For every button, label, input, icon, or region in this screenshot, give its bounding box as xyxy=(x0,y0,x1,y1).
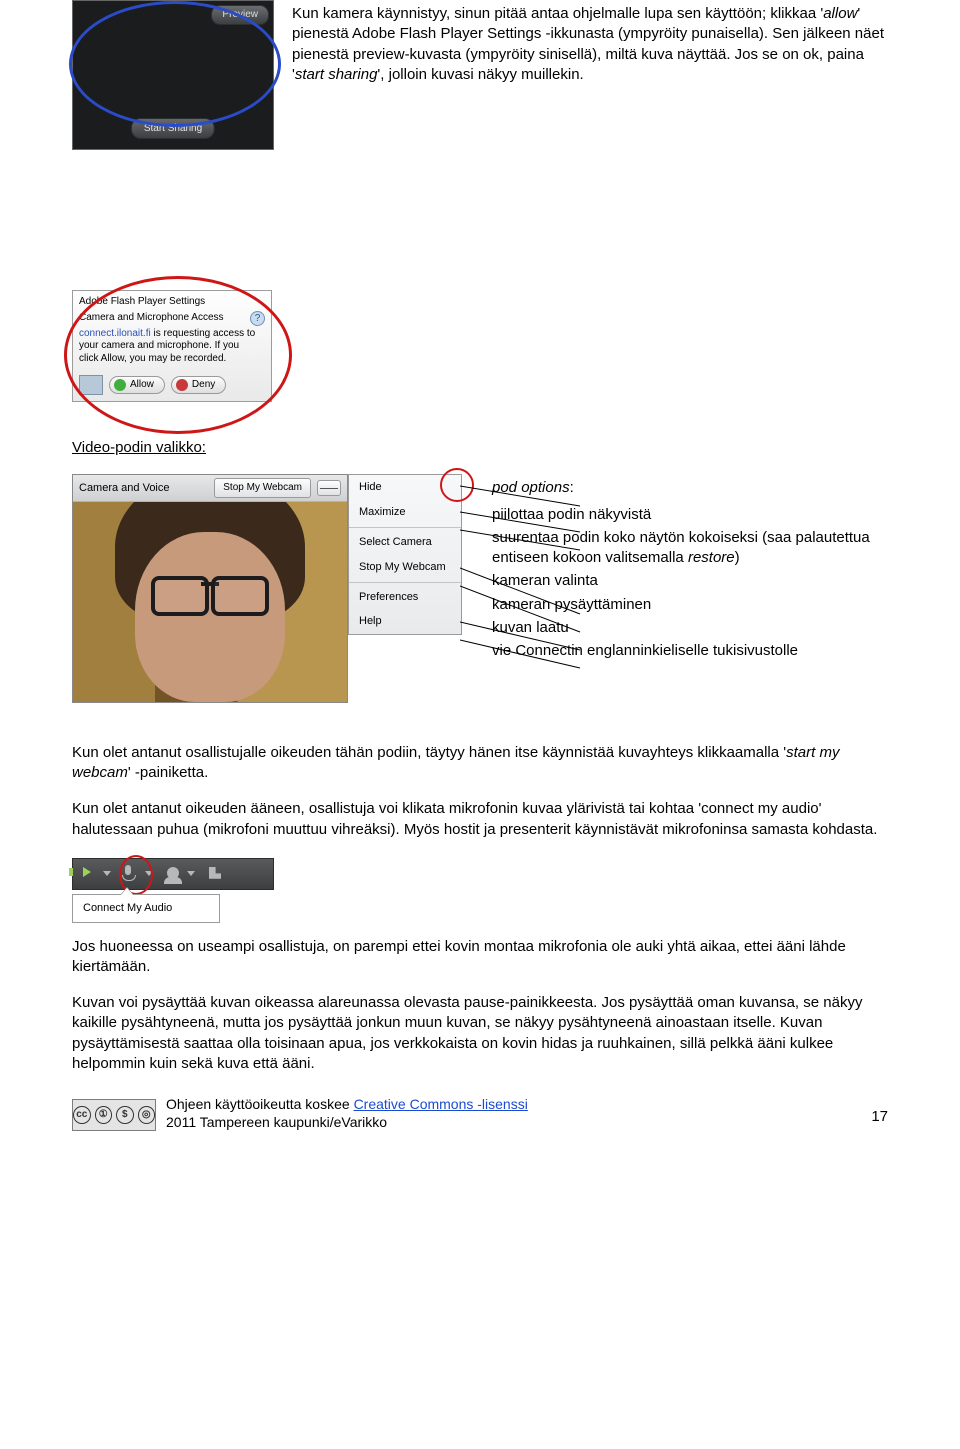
menu-separator xyxy=(349,527,461,528)
microphone-icon[interactable] xyxy=(125,867,139,881)
allow-label: Allow xyxy=(130,378,154,392)
dialog-body-line1b: is requesting access to xyxy=(151,328,256,339)
page-footer: cc①$◎ Ohjeen käyttöoikeutta koskee Creat… xyxy=(72,1096,888,1131)
webcam-icon xyxy=(79,375,103,395)
audio-toolbar xyxy=(72,858,274,890)
dialog-body-line2: your camera and microphone. If you xyxy=(79,340,239,351)
pods-icon[interactable] xyxy=(209,867,223,881)
paragraph-pause: Kuvan voi pysäyttää kuvan oikeassa alare… xyxy=(72,993,888,1074)
paragraph-audio-rights: Kun olet antanut oikeuden ääneen, osalli… xyxy=(72,799,888,840)
menu-help[interactable]: Help xyxy=(349,609,461,634)
video-pod: Camera and Voice Stop My Webcam xyxy=(72,474,348,703)
cc-license-link[interactable]: Creative Commons -lisenssi xyxy=(354,1096,528,1112)
dialog-title: Adobe Flash Player Settings xyxy=(79,295,265,309)
pod-options-menu: Hide Maximize Select Camera Stop My Webc… xyxy=(348,474,462,635)
section-heading: Video-podin valikko: xyxy=(72,438,888,458)
webcam-image xyxy=(73,502,347,702)
dialog-domain: connect.ilonait.fi xyxy=(79,328,151,339)
microphone-caret-icon[interactable] xyxy=(145,871,153,876)
desc-preferences: kuvan laatu xyxy=(492,618,884,638)
footer-line1: Ohjeen käyttöoikeutta koskee xyxy=(166,1096,354,1112)
desc-help: vie Connectin englanninkieliselle tukisi… xyxy=(492,641,884,661)
deny-button[interactable]: Deny xyxy=(171,376,226,394)
stop-webcam-button[interactable]: Stop My Webcam xyxy=(214,478,311,498)
speaker-icon[interactable] xyxy=(83,867,97,881)
desc-stop-webcam: kameran pysäyttäminen xyxy=(492,595,884,615)
start-sharing-button[interactable]: Start Sharing xyxy=(131,118,215,140)
page-number: 17 xyxy=(871,1107,888,1127)
desc-hide: piilottaa podin näkyvistä xyxy=(492,505,884,525)
help-icon[interactable]: ? xyxy=(250,311,265,326)
speaker-caret-icon[interactable] xyxy=(103,871,111,876)
pod-options-button[interactable] xyxy=(317,480,341,496)
deny-dot-icon xyxy=(176,379,188,391)
deny-label: Deny xyxy=(192,378,215,392)
pod-title: Camera and Voice xyxy=(79,481,170,496)
allow-button[interactable]: Allow xyxy=(109,376,165,394)
paragraph-webcam-rights: Kun olet antanut osallistujalle oikeuden… xyxy=(72,743,888,784)
paragraph-many-mics: Jos huoneessa on useampi osallistuja, on… xyxy=(72,937,888,978)
allow-dot-icon xyxy=(114,379,126,391)
dialog-subtitle: Camera and Microphone Access xyxy=(79,311,224,325)
menu-stop-webcam[interactable]: Stop My Webcam xyxy=(349,555,461,580)
flash-settings-dialog: Adobe Flash Player Settings Camera and M… xyxy=(72,290,272,402)
cc-badge-icon: cc①$◎ xyxy=(72,1099,156,1131)
footer-line2: 2011 Tampereen kaupunki/eVarikko xyxy=(166,1114,387,1130)
camera-preview-pane: Preview Start Sharing xyxy=(72,0,274,150)
menu-select-camera[interactable]: Select Camera xyxy=(349,530,461,555)
person-icon[interactable] xyxy=(167,867,181,881)
person-caret-icon[interactable] xyxy=(187,871,195,876)
menu-maximize[interactable]: Maximize xyxy=(349,500,461,525)
options-description: pod options: piilottaa podin näkyvistä s… xyxy=(462,474,888,703)
dialog-body-line3: click Allow, you may be recorded. xyxy=(79,353,226,364)
desc-maximize: suurentaa podin koko näytön kokoiseksi (… xyxy=(492,528,884,569)
menu-separator xyxy=(349,582,461,583)
menu-preferences[interactable]: Preferences xyxy=(349,585,461,610)
intro-paragraph: Kun kamera käynnistyy, sinun pitää antaa… xyxy=(292,4,888,85)
desc-select-camera: kameran valinta xyxy=(492,571,884,591)
connect-audio-menu-item[interactable]: Connect My Audio xyxy=(72,894,220,923)
preview-button[interactable]: Preview xyxy=(211,5,269,25)
menu-hide[interactable]: Hide xyxy=(349,475,461,500)
